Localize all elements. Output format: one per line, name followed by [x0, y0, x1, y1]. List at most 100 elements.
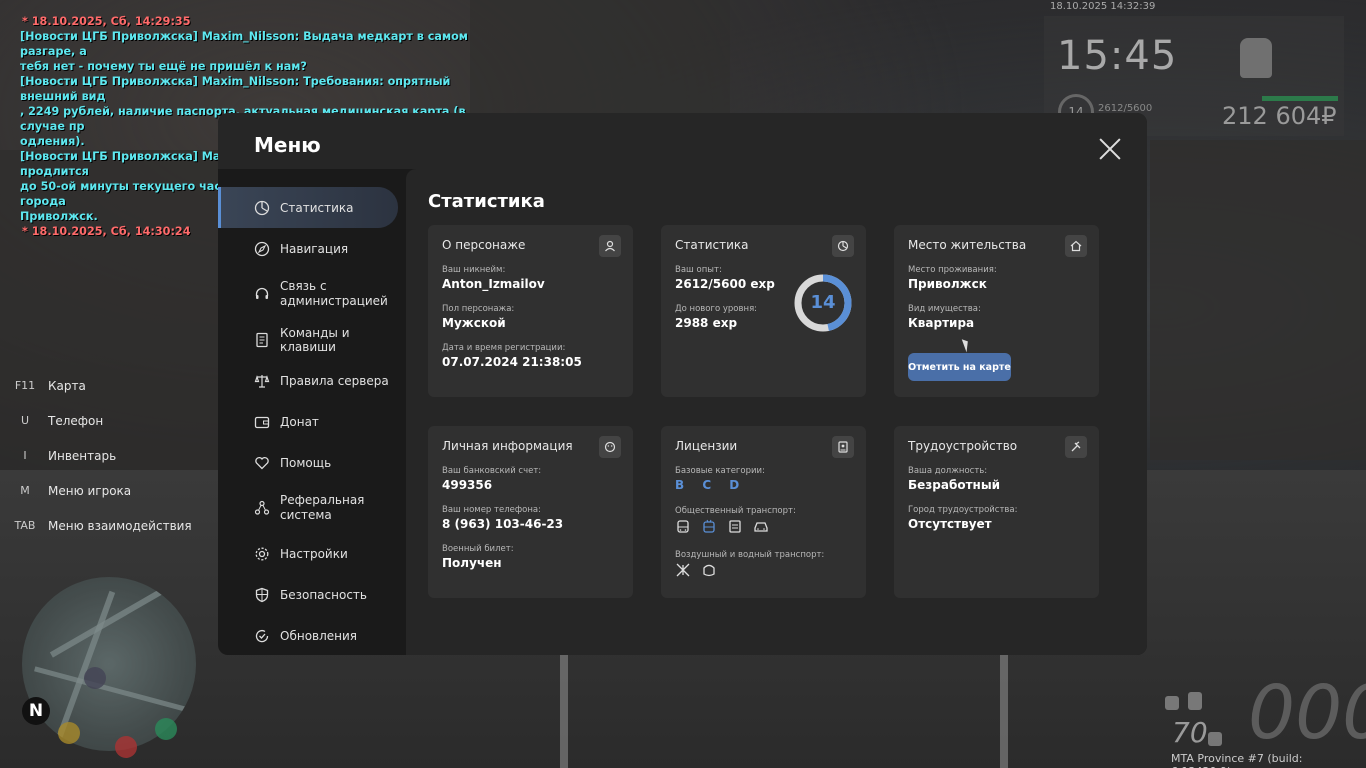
card-stats: Статистика Ваш опыт: 2612/5600 exp До но… — [661, 225, 866, 397]
scales-icon — [254, 374, 270, 388]
reg-value: 07.07.2024 21:38:05 — [442, 355, 582, 369]
level-number: 14 — [810, 292, 836, 313]
sidebar-item-headset[interactable]: Связь с администрацией — [218, 269, 406, 319]
sidebar-item-refresh-check[interactable]: Обновления — [218, 615, 406, 656]
map-street — [34, 666, 190, 713]
document-icon — [256, 332, 268, 347]
card-residence: Место жительства Место проживания: Приво… — [894, 225, 1099, 397]
military-value: Получен — [442, 556, 502, 570]
chat-line: [Новости ЦГБ Приволжска] Maxim_Nilsson: … — [20, 30, 468, 58]
card-job: Трудоустройство Ваша должность: Безработ… — [894, 426, 1099, 598]
speed-limit: 70 — [1172, 716, 1208, 749]
sidebar-item-document[interactable]: Команды и клавиши — [218, 319, 406, 360]
close-button[interactable] — [1096, 135, 1124, 163]
menu-sidebar: Статистика Навигация Связь с администрацие… — [218, 187, 406, 656]
bank-label: Ваш банковский счет: — [442, 466, 542, 476]
hammer-icon — [1065, 436, 1087, 458]
key-cap: I — [23, 449, 27, 462]
sidebar-item-label: Донат — [280, 414, 319, 429]
card-title: О персонаже — [442, 238, 526, 252]
content-title: Статистика — [428, 191, 545, 212]
place-value: Приволжск — [908, 277, 987, 291]
nickname-value: Anton_Izmailov — [442, 277, 545, 291]
sidebar-item-label: Связь с администрацией — [280, 279, 388, 308]
keybind-row: U Телефон — [10, 403, 192, 438]
house-icon — [1065, 235, 1087, 257]
hud-money: 212 604₽ — [1222, 102, 1337, 130]
card-personal: Личная информация Ваш банковский счет: 4… — [428, 426, 633, 598]
refresh-check-icon — [255, 629, 269, 642]
card-title: Статистика — [675, 238, 749, 252]
key-label: Меню взаимодействия — [48, 518, 192, 533]
card-title: Личная информация — [442, 439, 573, 453]
keybind-row: I Инвентарь — [10, 438, 192, 473]
build-info: MTA Province #7 (build: 6.12420.9) — [1171, 752, 1303, 768]
network-icon — [254, 500, 270, 515]
sidebar-item-compass[interactable]: Навигация — [218, 228, 406, 269]
map-marker-icon — [115, 736, 137, 758]
sidebar-item-wallet[interactable]: Донат — [218, 401, 406, 442]
property-label: Вид имущества: — [908, 304, 981, 314]
key-label: Карта — [48, 378, 86, 393]
card-title: Место жительства — [908, 238, 1027, 252]
base-label: Базовые категории: — [675, 466, 765, 476]
keybind-row: M Меню игрока — [10, 473, 192, 508]
compass-north: N — [22, 697, 50, 725]
health-bar — [1262, 96, 1338, 101]
nickname-label: Ваш никнейм: — [442, 265, 506, 275]
sidebar-item-scales[interactable]: Правила сервера — [218, 360, 406, 401]
sidebar-item-gear[interactable]: Настройки — [218, 533, 406, 574]
bank-value: 499356 — [442, 478, 493, 492]
boat-icon — [703, 564, 715, 577]
pie-chart-icon — [254, 200, 270, 215]
gear-icon — [255, 547, 269, 560]
sidebar-item-network[interactable]: Реферальная система — [218, 483, 406, 533]
key-label: Меню игрока — [48, 483, 132, 498]
sidebar-item-pie-chart[interactable]: Статистика — [218, 187, 398, 228]
military-label: Военный билет: — [442, 544, 514, 554]
reg-label: Дата и время регистрации: — [442, 343, 566, 353]
position-label: Ваша должность: — [908, 466, 988, 476]
menu-title: Меню — [254, 133, 321, 157]
keybind-row: TAB Меню взаимодействия — [10, 508, 192, 543]
exp-label: Ваш опыт: — [675, 265, 722, 275]
sidebar-item-label: Статистика — [280, 200, 354, 215]
public-transport-icons — [675, 519, 769, 535]
hud-date: 18.10.2025 14:32:39 — [1050, 1, 1156, 12]
gender-label: Пол персонажа: — [442, 304, 515, 314]
sidebar-item-label: Команды и клавиши — [280, 325, 350, 354]
bg-cathedral — [470, 0, 730, 113]
player-menu: Меню Статистика Навигация Связь с админист… — [218, 113, 1147, 655]
key-cap: F11 — [14, 379, 36, 392]
sidebar-item-shield[interactable]: Безопасность — [218, 574, 406, 615]
sidebar-item-heart-hand[interactable]: Помощь — [218, 442, 406, 483]
public-label: Общественный транспорт: — [675, 506, 796, 516]
sidebar-item-label: Помощь — [280, 455, 332, 470]
key-cap: U — [20, 414, 30, 427]
wallet-icon — [254, 416, 270, 428]
fuel-icon — [1208, 732, 1222, 746]
headset-icon — [255, 287, 269, 299]
light-icon — [1165, 696, 1179, 710]
chat-line: [Новости ЦГБ Приволжска] Maxim_Nilsson: … — [20, 75, 451, 103]
hud-clock: 15:45 — [1057, 33, 1178, 79]
place-label: Место проживания: — [908, 265, 997, 275]
heart-hand-icon — [255, 456, 269, 469]
base-categories: B C D — [675, 478, 747, 492]
chat-line: * 18.10.2025, Сб, 14:29:35 — [22, 15, 191, 28]
city-label: Город трудоустройства: — [908, 505, 1018, 515]
card-title: Лицензии — [675, 439, 738, 453]
map-hospital-icon — [84, 667, 106, 689]
seatbelt-icon — [1188, 692, 1202, 710]
bg-building-right — [1150, 140, 1366, 460]
taxi-icon — [754, 522, 768, 532]
property-value: Квартира — [908, 316, 975, 330]
sidebar-item-label: Реферальная система — [280, 493, 365, 522]
card-licenses: Лицензии Базовые категории: B C D Общест… — [661, 426, 866, 598]
map-street — [54, 590, 116, 744]
keybind-row: F11 Карта — [10, 368, 192, 403]
phone-label: Ваш номер телефона: — [442, 505, 541, 515]
sidebar-item-label: Безопасность — [280, 587, 367, 602]
mark-on-map-button[interactable]: Отметить на карте — [908, 353, 1011, 381]
city-value: Отсутствует — [908, 517, 992, 531]
